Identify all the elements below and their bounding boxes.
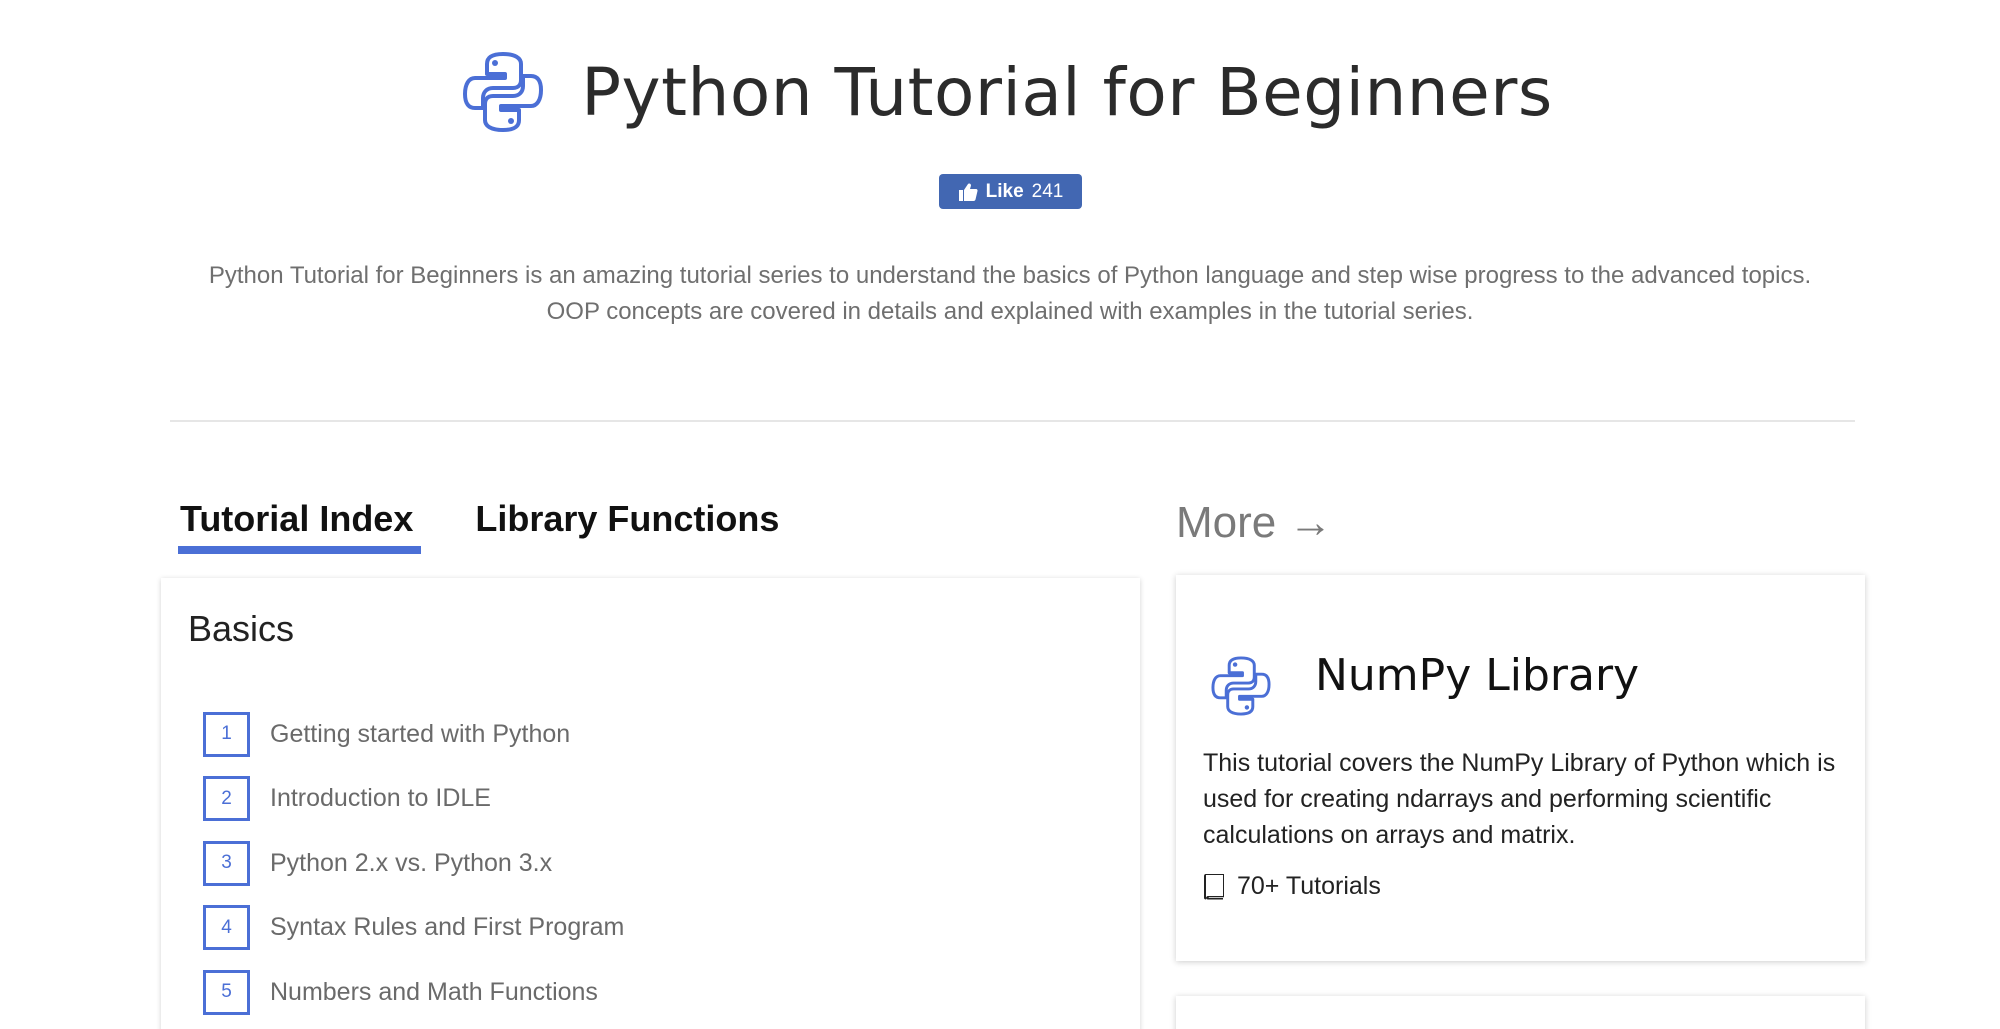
library-card-title: NumPy Library — [1315, 650, 1640, 701]
numpy-library-card[interactable]: NumPy Library This tutorial covers the N… — [1176, 575, 1865, 961]
facebook-like-button[interactable]: Like 241 — [939, 174, 1082, 209]
lesson-title: Syntax Rules and First Program — [270, 913, 625, 941]
lesson-title: Numbers and Math Functions — [270, 977, 598, 1006]
section-title: Basics — [188, 608, 295, 649]
library-card-description: This tutorial covers the NumPy Library o… — [1203, 749, 1836, 849]
lesson-list: 1 Getting started with Python 2 Introduc… — [203, 709, 624, 1029]
lesson-number: 1 — [203, 711, 250, 757]
lesson-item[interactable]: 5 Numbers and Math Functions — [203, 967, 624, 1017]
lesson-title: Python 2.x vs. Python 3.x — [270, 848, 553, 877]
book-icon — [1203, 873, 1225, 900]
page-title: Python Tutorial for Beginners — [581, 53, 1553, 131]
python-logo-icon — [1211, 656, 1271, 716]
python-logo-icon — [463, 52, 544, 132]
hero-title-row: Python Tutorial for Beginners — [0, 50, 2000, 134]
lesson-number: 3 — [203, 840, 250, 886]
lesson-item[interactable]: 2 Introduction to IDLE — [203, 774, 624, 824]
lesson-number: 2 — [203, 776, 250, 821]
lesson-number: 4 — [203, 905, 250, 950]
lesson-item[interactable]: 3 Python 2.x vs. Python 3.x — [203, 838, 624, 888]
lesson-item[interactable]: 4 Syntax Rules and First Program — [203, 903, 624, 953]
lesson-title: Getting started with Python — [270, 719, 571, 748]
tutorial-index-card: Basics 1 Getting started with Python 2 I… — [161, 578, 1140, 1029]
tab-library-functions[interactable]: Library Functions — [475, 498, 779, 554]
library-card-count-text: 70+ Tutorials — [1237, 872, 1381, 900]
hero-description-line-2: OOP concepts are covered in details and … — [546, 298, 1474, 325]
like-label: Like — [985, 180, 1024, 202]
page: Python Tutorial for Beginners Like 241 P… — [0, 0, 2000, 1029]
hero-description: Python Tutorial for Beginners is an amaz… — [150, 258, 1870, 330]
thumbs-up-icon — [958, 182, 978, 202]
like-count: 241 — [1031, 180, 1064, 202]
next-library-card[interactable] — [1176, 996, 1865, 1029]
more-link[interactable]: More → — [1176, 498, 1332, 548]
lesson-title: Introduction to IDLE — [270, 784, 491, 812]
section-divider — [170, 420, 1855, 422]
tab-tutorial-index[interactable]: Tutorial Index — [178, 498, 422, 554]
library-card-count: 70+ Tutorials — [1203, 872, 1381, 901]
lesson-number: 5 — [203, 969, 250, 1015]
tab-bar: Tutorial Index Library Functions — [178, 498, 833, 554]
hero-description-line-1: Python Tutorial for Beginners is an amaz… — [208, 262, 1812, 289]
lesson-item[interactable]: 1 Getting started with Python — [203, 709, 624, 759]
